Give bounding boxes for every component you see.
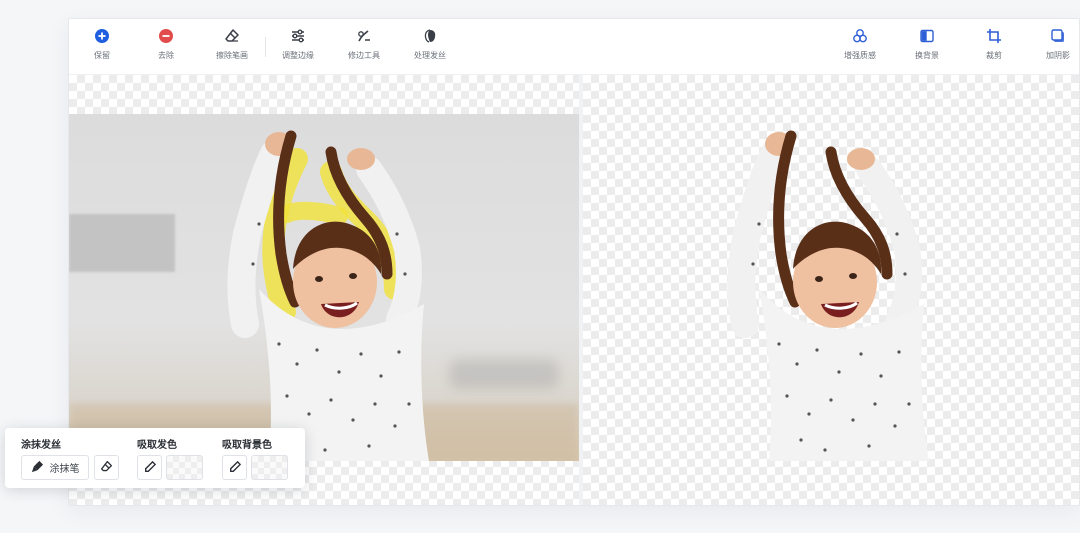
add-shadow-button[interactable]: 加阴影 [1025, 27, 1079, 69]
panel-eraser-button[interactable] [94, 455, 119, 480]
bg-color-swatch[interactable] [251, 455, 288, 480]
hair-color-picker-button[interactable] [137, 455, 162, 480]
eyedropper-icon [144, 458, 156, 477]
keep-label: 保留 [94, 51, 110, 60]
eyedropper-icon [229, 458, 241, 477]
pick-hair-color-heading: 吸取发色 [137, 440, 177, 451]
trim-tool-button[interactable]: 修边工具 [331, 27, 397, 69]
result-canvas[interactable] [583, 75, 1079, 505]
adjust-edge-label: 调整边缘 [282, 51, 314, 60]
subject-figure [227, 130, 429, 461]
process-hair-label: 处理发丝 [414, 51, 446, 60]
trim-tool-label: 修边工具 [348, 51, 380, 60]
change-background-label: 换背景 [915, 51, 939, 60]
enhance-texture-label: 增强质感 [844, 51, 876, 60]
crop-icon [985, 27, 1003, 45]
sliders-icon [289, 27, 307, 45]
brush-icon [31, 458, 44, 477]
plus-circle-icon [93, 27, 111, 45]
brush-hair-heading: 涂抹发丝 [21, 440, 61, 451]
add-shadow-label: 加阴影 [1046, 51, 1070, 60]
eraser-icon [223, 27, 241, 45]
crop-button[interactable]: 裁剪 [961, 27, 1027, 69]
erase-stroke-label: 擦除笔画 [216, 51, 248, 60]
adjust-edge-button[interactable]: 调整边缘 [265, 27, 331, 69]
pick-bg-color-heading: 吸取背景色 [222, 440, 272, 451]
enhance-icon [851, 27, 869, 45]
background-swap-icon [918, 27, 936, 45]
eraser-icon [100, 458, 113, 477]
hair-color-swatch[interactable] [166, 455, 203, 480]
original-photo [69, 114, 579, 461]
process-hair-button[interactable]: 处理发丝 [397, 27, 463, 69]
minus-circle-icon [157, 27, 175, 45]
keep-button[interactable]: 保留 [69, 27, 135, 69]
erase-stroke-button[interactable]: 擦除笔画 [199, 27, 265, 69]
hair-icon [421, 27, 439, 45]
hair-tools-panel: 涂抹发丝 吸取发色 吸取背景色 涂抹笔 [5, 428, 305, 488]
shadow-icon [1049, 27, 1067, 45]
bg-color-picker-button[interactable] [222, 455, 247, 480]
remove-label: 去除 [158, 51, 174, 60]
change-background-button[interactable]: 换背景 [894, 27, 960, 69]
brush-pen-label: 涂抹笔 [49, 464, 80, 475]
toolbar: 保留 去除 擦除笔画 调整边缘 修边工具 处理发丝 增强质感 换背景 裁剪 加阴… [69, 19, 1079, 75]
crop-label: 裁剪 [986, 51, 1002, 60]
trim-brush-icon [355, 27, 373, 45]
brush-pen-button[interactable]: 涂抹笔 [21, 455, 89, 480]
cutout-result [727, 130, 929, 461]
enhance-texture-button[interactable]: 增强质感 [827, 27, 893, 69]
remove-button[interactable]: 去除 [133, 27, 199, 69]
